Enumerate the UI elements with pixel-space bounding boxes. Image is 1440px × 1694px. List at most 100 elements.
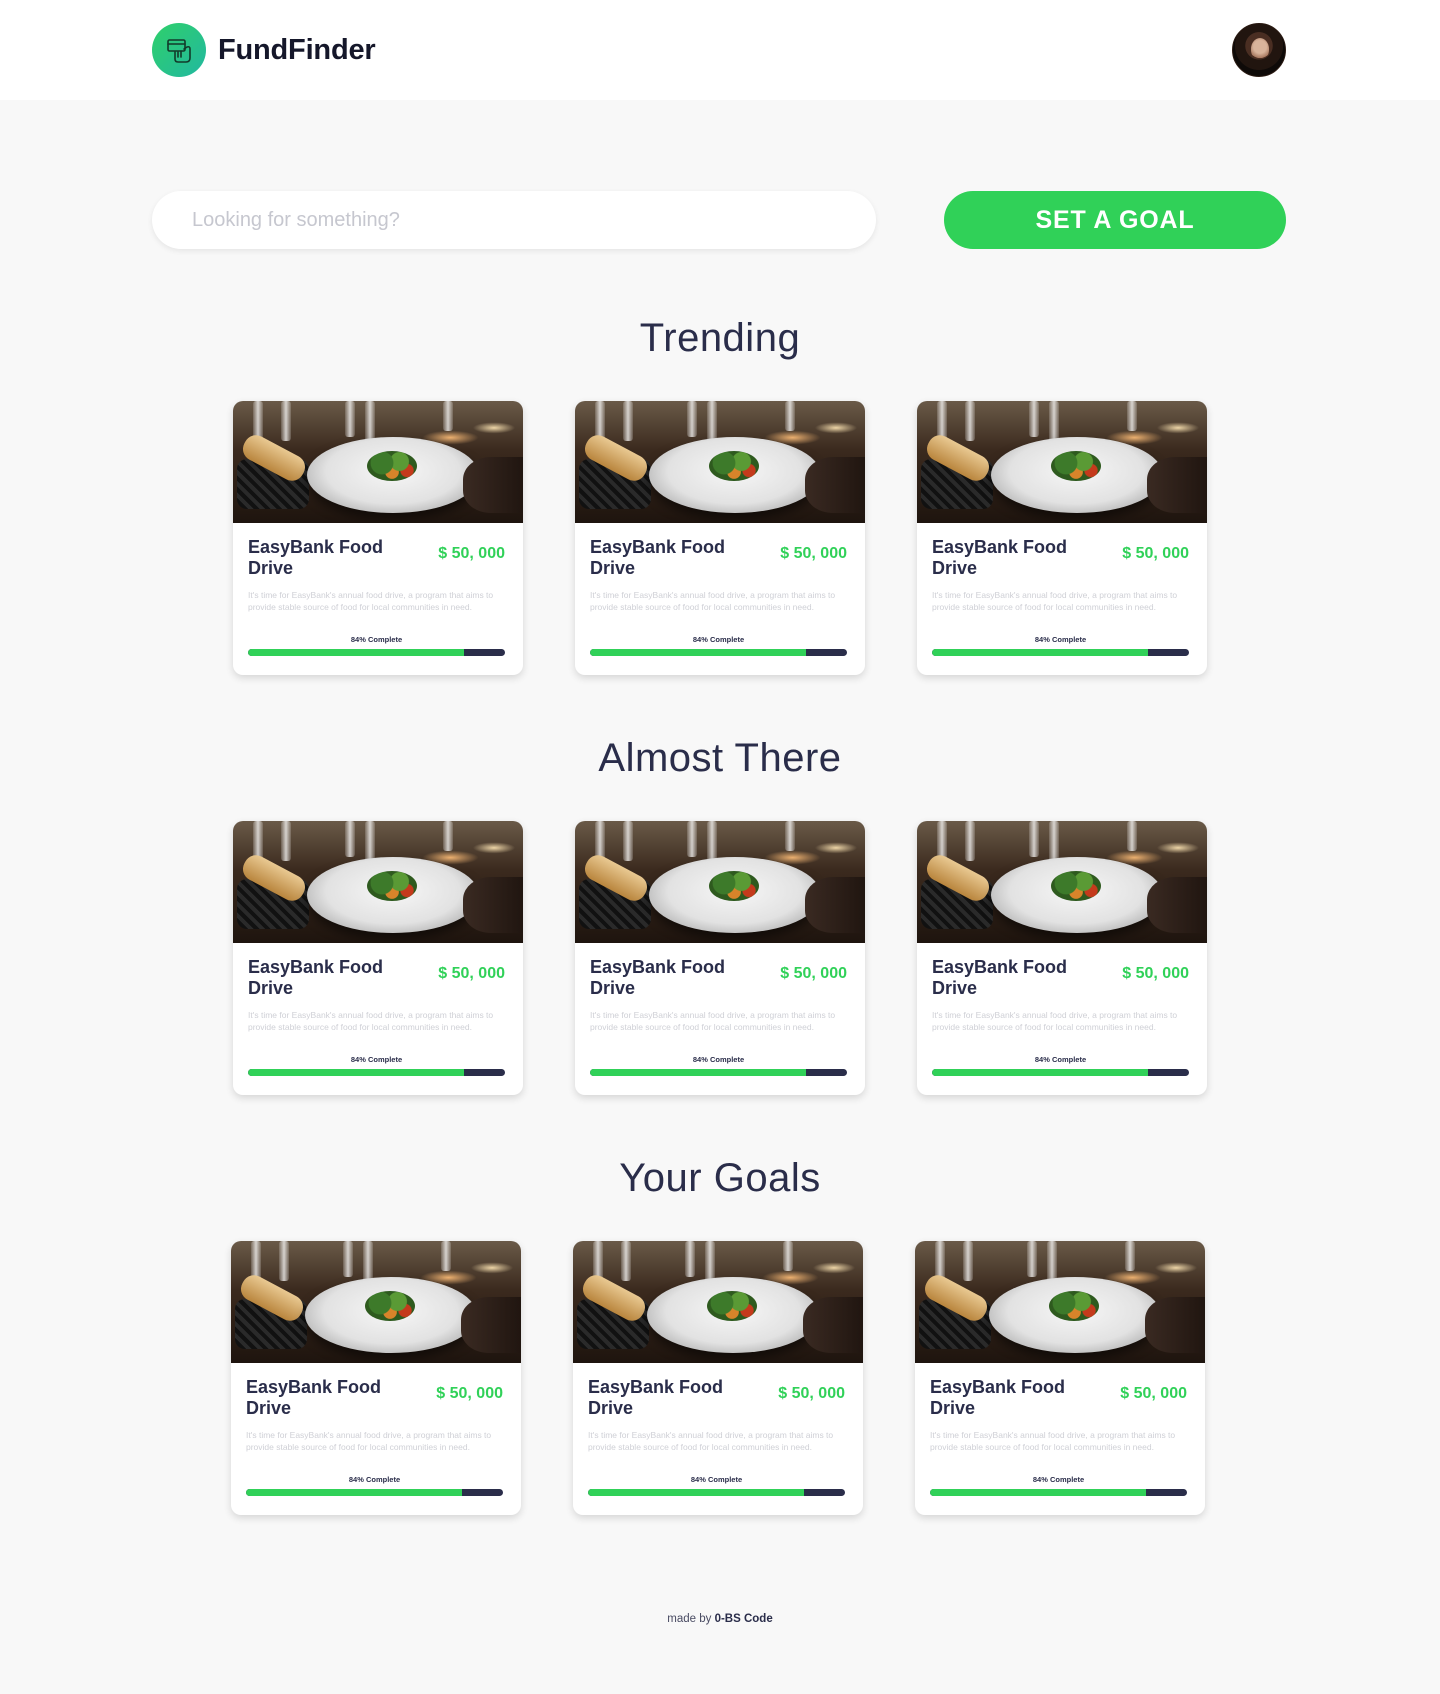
progress-bar <box>590 649 847 656</box>
section-almost-there: Almost There EasyBank Food Drive $ 50, 0… <box>0 735 1440 1095</box>
progress-fill <box>932 649 1148 656</box>
progress-bar <box>932 649 1189 656</box>
footer-author-link[interactable]: 0-BS Code <box>715 1613 773 1625</box>
progress-label: 84% Complete <box>692 1055 745 1064</box>
food-photo <box>575 821 865 943</box>
card-head: EasyBank Food Drive $ 50, 000 <box>590 537 847 579</box>
card-title: EasyBank Food Drive <box>590 957 726 998</box>
food-photo <box>917 401 1207 523</box>
progress-label: 84% Complete <box>350 635 403 644</box>
progress-label: 84% Complete <box>1034 635 1087 644</box>
card-description: It's time for EasyBank's annual food dri… <box>248 590 494 612</box>
card-amount: $ 50, 000 <box>780 965 847 982</box>
card-body: EasyBank Food Drive $ 50, 000 It's time … <box>233 523 523 675</box>
card-row: EasyBank Food Drive $ 50, 000 It's time … <box>0 1241 1438 1515</box>
section-title: Almost There <box>598 736 842 780</box>
card-body: EasyBank Food Drive $ 50, 000 It's time … <box>575 523 865 675</box>
progress-label: 84% Complete <box>350 1055 403 1064</box>
progress-fill <box>248 1069 464 1076</box>
search-input[interactable] <box>192 208 836 232</box>
section-title: Trending <box>639 316 801 360</box>
campaign-card[interactable]: EasyBank Food Drive $ 50, 000 It's time … <box>917 401 1207 675</box>
campaign-card[interactable]: EasyBank Food Drive $ 50, 000 It's time … <box>233 401 523 675</box>
card-amount: $ 50, 000 <box>1122 545 1189 562</box>
progress-fill <box>930 1489 1146 1496</box>
progress-bar <box>248 1069 505 1076</box>
section-title: Your Goals <box>619 1156 821 1200</box>
card-head: EasyBank Food Drive $ 50, 000 <box>590 957 847 999</box>
top-header: FundFinder <box>0 0 1440 100</box>
campaign-card[interactable]: EasyBank Food Drive $ 50, 000 It's time … <box>233 821 523 1095</box>
card-head: EasyBank Food Drive $ 50, 000 <box>248 537 505 579</box>
campaign-card[interactable]: EasyBank Food Drive $ 50, 000 It's time … <box>575 401 865 675</box>
card-head: EasyBank Food Drive $ 50, 000 <box>246 1377 503 1419</box>
card-description: It's time for EasyBank's annual food dri… <box>930 1430 1176 1452</box>
progress-bar <box>930 1489 1187 1496</box>
card-amount: $ 50, 000 <box>780 545 847 562</box>
progress-fill <box>590 649 806 656</box>
progress-bar <box>248 649 505 656</box>
card-body: EasyBank Food Drive $ 50, 000 It's time … <box>231 1363 521 1515</box>
card-description: It's time for EasyBank's annual food dri… <box>246 1430 492 1452</box>
section-your-goals: Your Goals EasyBank Food Drive $ 50, 000… <box>0 1155 1440 1515</box>
progress-label: 84% Complete <box>1034 1055 1087 1064</box>
footer-prefix: made by <box>667 1613 712 1625</box>
card-amount: $ 50, 000 <box>438 965 505 982</box>
progress-bar <box>932 1069 1189 1076</box>
food-photo <box>233 821 523 943</box>
card-head: EasyBank Food Drive $ 50, 000 <box>932 537 1189 579</box>
progress-label: 84% Complete <box>348 1475 401 1484</box>
card-amount: $ 50, 000 <box>1122 965 1189 982</box>
card-title: EasyBank Food Drive <box>588 1377 724 1418</box>
card-row: EasyBank Food Drive $ 50, 000 It's time … <box>0 821 1440 1095</box>
campaign-card[interactable]: EasyBank Food Drive $ 50, 000 It's time … <box>917 821 1207 1095</box>
main-content: Trending EasyBank Food Drive $ 50, 000 I… <box>0 315 1440 1515</box>
progress-label: 84% Complete <box>690 1475 743 1484</box>
card-amount: $ 50, 000 <box>1120 1385 1187 1402</box>
campaign-card[interactable]: EasyBank Food Drive $ 50, 000 It's time … <box>573 1241 863 1515</box>
card-body: EasyBank Food Drive $ 50, 000 It's time … <box>917 943 1207 1095</box>
card-amount: $ 50, 000 <box>436 1385 503 1402</box>
card-head: EasyBank Food Drive $ 50, 000 <box>932 957 1189 999</box>
card-title: EasyBank Food Drive <box>248 957 384 998</box>
card-in-hand-icon <box>152 23 206 77</box>
progress-fill <box>590 1069 806 1076</box>
campaign-card[interactable]: EasyBank Food Drive $ 50, 000 It's time … <box>915 1241 1205 1515</box>
card-body: EasyBank Food Drive $ 50, 000 It's time … <box>917 523 1207 675</box>
card-title: EasyBank Food Drive <box>930 1377 1066 1418</box>
progress-bar <box>246 1489 503 1496</box>
avatar[interactable] <box>1232 23 1286 77</box>
food-photo <box>233 401 523 523</box>
footer: made by 0-BS Code <box>0 1613 1440 1663</box>
search-box <box>152 191 876 249</box>
card-head: EasyBank Food Drive $ 50, 000 <box>248 957 505 999</box>
progress-bar <box>590 1069 847 1076</box>
progress-fill <box>588 1489 804 1496</box>
card-title: EasyBank Food Drive <box>246 1377 382 1418</box>
card-row: EasyBank Food Drive $ 50, 000 It's time … <box>0 401 1440 675</box>
card-description: It's time for EasyBank's annual food dri… <box>932 1010 1178 1032</box>
campaign-card[interactable]: EasyBank Food Drive $ 50, 000 It's time … <box>575 821 865 1095</box>
progress-fill <box>932 1069 1148 1076</box>
food-photo <box>915 1241 1205 1363</box>
set-goal-button[interactable]: SET A GOAL <box>944 191 1286 249</box>
card-head: EasyBank Food Drive $ 50, 000 <box>930 1377 1187 1419</box>
card-description: It's time for EasyBank's annual food dri… <box>932 590 1178 612</box>
brand[interactable]: FundFinder <box>152 23 376 77</box>
card-description: It's time for EasyBank's annual food dri… <box>590 1010 836 1032</box>
food-photo <box>917 821 1207 943</box>
card-head: EasyBank Food Drive $ 50, 000 <box>588 1377 845 1419</box>
card-title: EasyBank Food Drive <box>590 537 726 578</box>
progress-label: 84% Complete <box>1032 1475 1085 1484</box>
progress-fill <box>246 1489 462 1496</box>
brand-name: FundFinder <box>218 33 376 66</box>
progress-fill <box>248 649 464 656</box>
card-body: EasyBank Food Drive $ 50, 000 It's time … <box>573 1363 863 1515</box>
food-photo <box>575 401 865 523</box>
card-title: EasyBank Food Drive <box>932 957 1068 998</box>
campaign-card[interactable]: EasyBank Food Drive $ 50, 000 It's time … <box>231 1241 521 1515</box>
progress-bar <box>588 1489 845 1496</box>
card-body: EasyBank Food Drive $ 50, 000 It's time … <box>915 1363 1205 1515</box>
food-photo <box>231 1241 521 1363</box>
card-title: EasyBank Food Drive <box>248 537 384 578</box>
